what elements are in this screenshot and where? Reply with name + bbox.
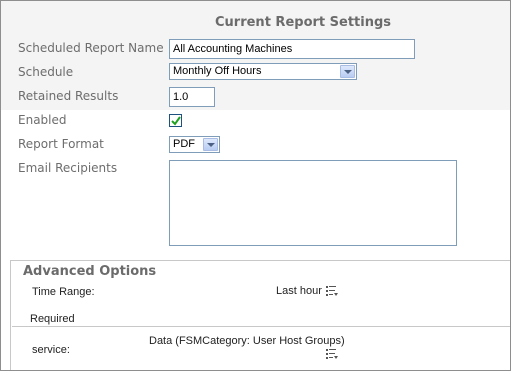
service-value: Data (FSMCategory: User Host Groups): [149, 335, 345, 347]
report-format-selected-value: PDF: [173, 138, 195, 150]
report-name-label: Scheduled Report Name: [18, 41, 164, 55]
checkmark-icon: [171, 116, 181, 126]
chevron-down-icon[interactable]: [203, 138, 218, 151]
section-title: Current Report Settings: [215, 15, 392, 30]
retained-results-label: Retained Results: [18, 89, 119, 103]
service-label: service:: [32, 344, 70, 356]
report-format-label: Report Format: [18, 137, 104, 151]
chevron-down-icon[interactable]: [340, 65, 355, 78]
required-label: Required: [30, 313, 75, 325]
list-edit-icon[interactable]: [326, 349, 339, 360]
schedule-selected-value: Monthly Off Hours: [173, 65, 262, 77]
email-recipients-textarea[interactable]: [169, 160, 457, 246]
schedule-label: Schedule: [18, 65, 74, 79]
advanced-options-title: Advanced Options: [23, 264, 157, 279]
time-range-label: Time Range:: [32, 286, 95, 298]
enabled-checkbox[interactable]: [169, 114, 182, 127]
divider: [12, 326, 510, 327]
retained-results-input[interactable]: 1.0: [169, 87, 215, 107]
list-edit-icon[interactable]: [326, 286, 339, 297]
time-range-value: Last hour: [276, 285, 322, 297]
report-name-input[interactable]: All Accounting Machines: [169, 39, 415, 59]
enabled-label: Enabled: [18, 113, 67, 127]
email-recipients-label: Email Recipients: [18, 161, 118, 175]
schedule-select[interactable]: Monthly Off Hours: [169, 63, 357, 80]
report-format-select[interactable]: PDF: [169, 136, 220, 153]
